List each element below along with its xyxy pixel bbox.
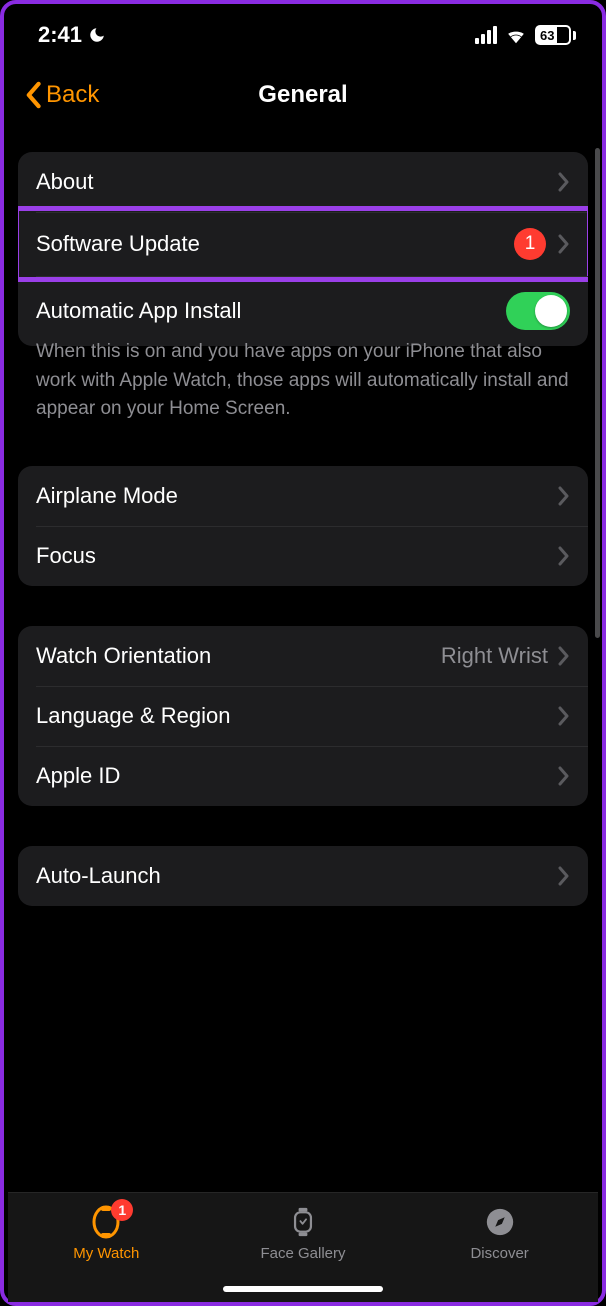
row-label: Software Update	[36, 231, 514, 257]
back-button[interactable]: Back	[24, 81, 99, 109]
group-footer-text: When this is on and you have apps on you…	[18, 338, 588, 424]
do-not-disturb-icon	[88, 26, 106, 44]
settings-group-general: About Software Update 1 Automatic App In…	[18, 152, 588, 346]
back-label: Back	[46, 81, 99, 109]
chevron-right-icon	[558, 706, 570, 726]
tab-label: Discover	[470, 1245, 528, 1262]
row-auto-launch[interactable]: Auto-Launch	[18, 846, 588, 906]
tab-bar: 1 My Watch Face Gallery Discover	[8, 1192, 598, 1302]
settings-group-connectivity: Airplane Mode Focus	[18, 466, 588, 586]
watch-face-icon	[286, 1205, 320, 1239]
settings-group-auto: Auto-Launch	[18, 846, 588, 906]
compass-icon	[483, 1205, 517, 1239]
tab-my-watch[interactable]: 1 My Watch	[9, 1205, 204, 1262]
chevron-right-icon	[558, 486, 570, 506]
tab-face-gallery[interactable]: Face Gallery	[206, 1205, 401, 1262]
row-about[interactable]: About	[18, 152, 588, 212]
row-label: Watch Orientation	[36, 643, 441, 669]
chevron-right-icon	[558, 766, 570, 786]
nav-header: Back General	[4, 62, 602, 128]
battery-level: 63	[540, 28, 554, 43]
tab-label: Face Gallery	[260, 1245, 345, 1262]
row-label: Language & Region	[36, 703, 558, 729]
row-label: Automatic App Install	[36, 298, 506, 324]
row-software-update[interactable]: Software Update 1	[18, 212, 588, 276]
chevron-right-icon	[558, 546, 570, 566]
chevron-left-icon	[24, 81, 42, 109]
wifi-icon	[505, 26, 527, 44]
content-area[interactable]: About Software Update 1 Automatic App In…	[4, 128, 602, 1192]
toggle-switch[interactable]	[506, 292, 570, 330]
row-value: Right Wrist	[441, 643, 548, 669]
notification-badge: 1	[514, 228, 546, 260]
battery-icon: 63	[535, 25, 576, 45]
chevron-right-icon	[558, 646, 570, 666]
row-automatic-app-install[interactable]: Automatic App Install	[18, 276, 588, 346]
tab-discover[interactable]: Discover	[402, 1205, 597, 1262]
row-label: Focus	[36, 543, 558, 569]
row-label: About	[36, 169, 558, 195]
row-apple-id[interactable]: Apple ID	[18, 746, 588, 806]
row-focus[interactable]: Focus	[18, 526, 588, 586]
status-bar: 2:41 63	[4, 4, 602, 62]
chevron-right-icon	[558, 172, 570, 192]
home-indicator[interactable]	[223, 1286, 383, 1292]
row-language-region[interactable]: Language & Region	[18, 686, 588, 746]
status-right: 63	[475, 25, 576, 45]
row-label: Airplane Mode	[36, 483, 558, 509]
status-left: 2:41	[38, 22, 106, 48]
row-label: Auto-Launch	[36, 863, 558, 889]
notification-badge: 1	[111, 1199, 133, 1221]
row-airplane-mode[interactable]: Airplane Mode	[18, 466, 588, 526]
chevron-right-icon	[558, 866, 570, 886]
row-label: Apple ID	[36, 763, 558, 789]
chevron-right-icon	[558, 234, 570, 254]
row-watch-orientation[interactable]: Watch Orientation Right Wrist	[18, 626, 588, 686]
settings-group-personal: Watch Orientation Right Wrist Language &…	[18, 626, 588, 806]
cellular-signal-icon	[475, 26, 497, 44]
scroll-indicator[interactable]	[595, 148, 600, 638]
watch-icon: 1	[89, 1205, 123, 1239]
status-time: 2:41	[38, 22, 82, 48]
tab-label: My Watch	[73, 1245, 139, 1262]
